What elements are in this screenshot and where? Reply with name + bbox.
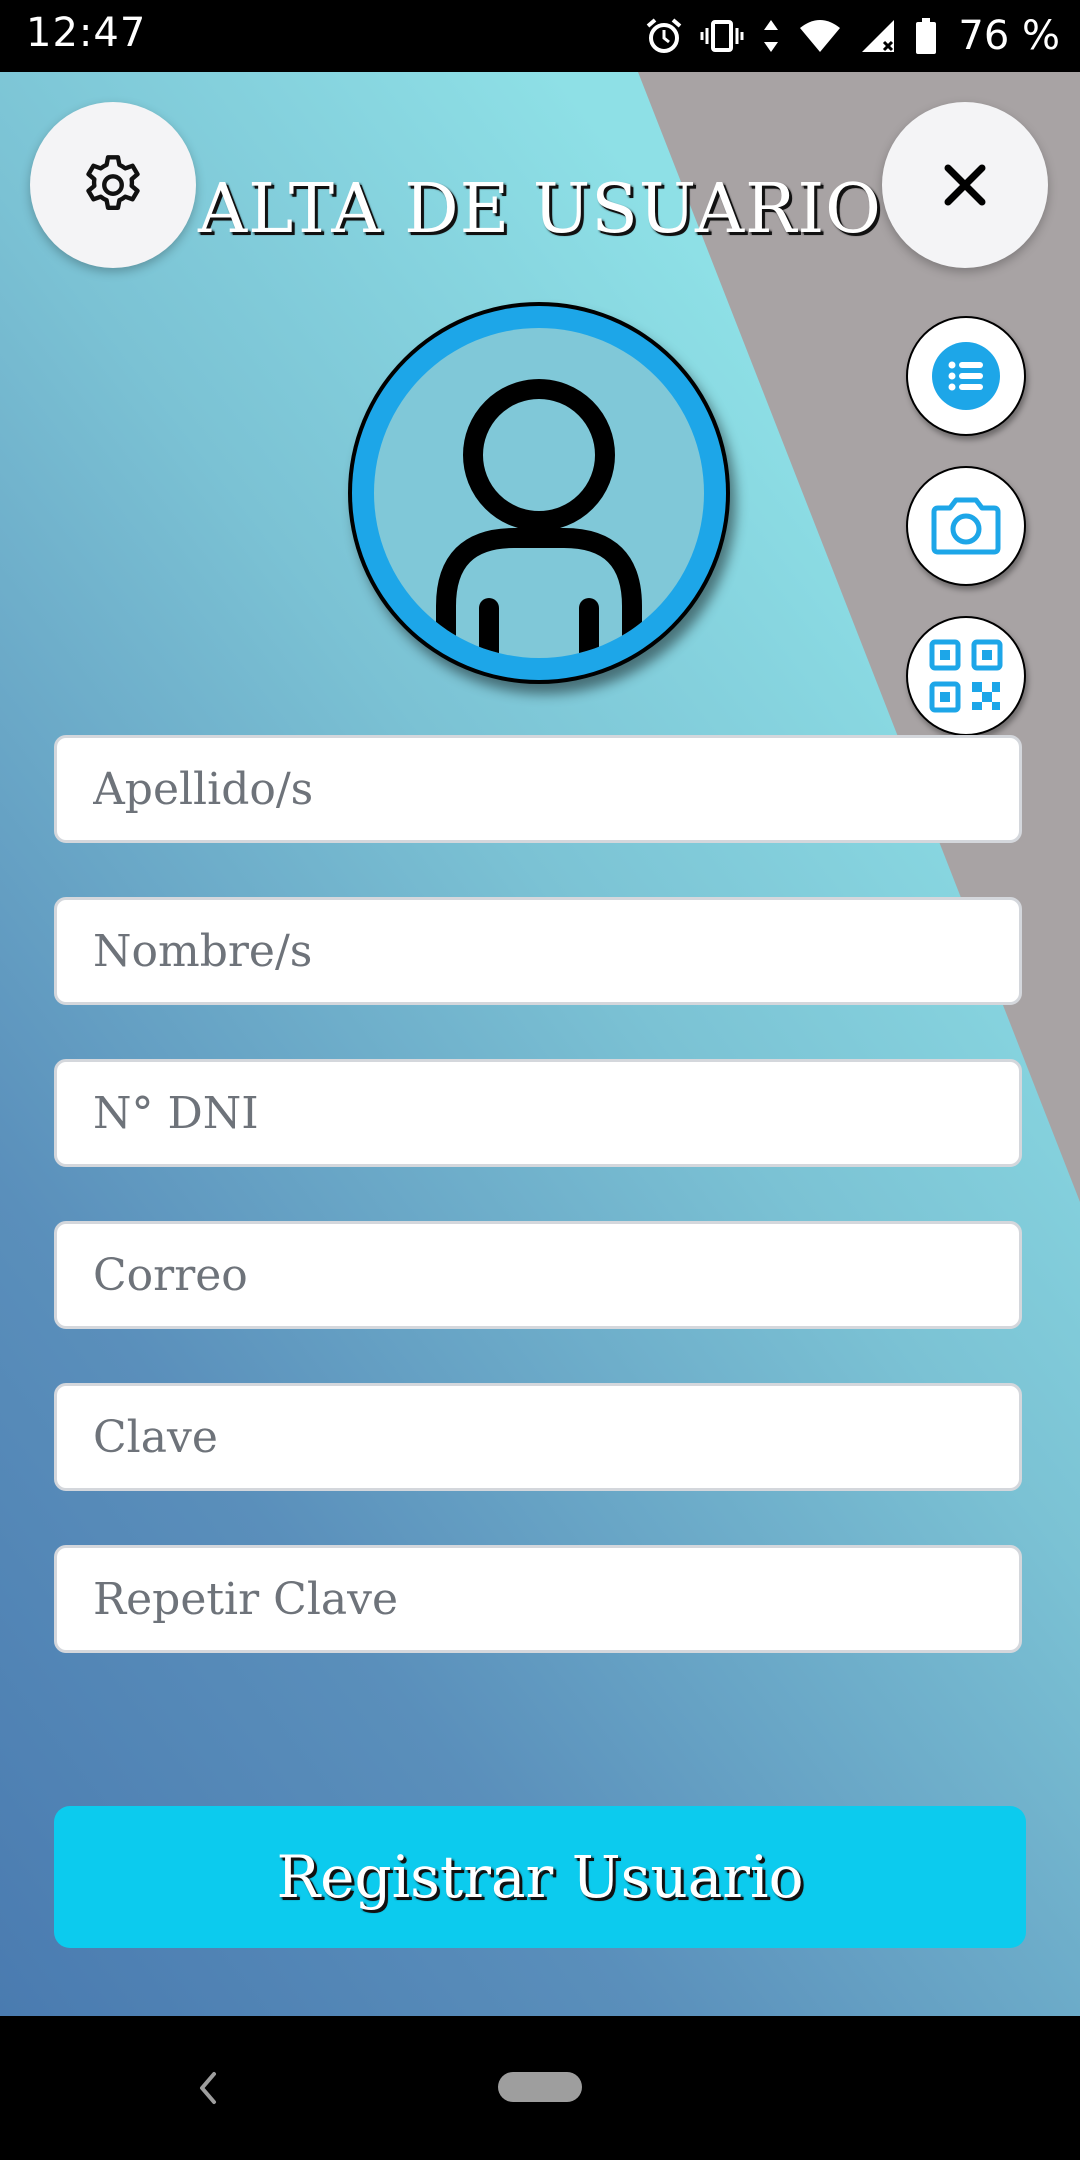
- clave-field[interactable]: [54, 1383, 1022, 1491]
- apellido-field[interactable]: [54, 735, 1022, 843]
- back-icon[interactable]: [196, 2068, 220, 2108]
- navigation-bar: [0, 2016, 1080, 2160]
- cell-signal-icon: [862, 20, 895, 52]
- status-icons: 76 %: [644, 10, 1060, 62]
- dni-input[interactable]: [57, 1062, 1019, 1164]
- dni-field[interactable]: [54, 1059, 1022, 1167]
- register-user-button[interactable]: Registrar Usuario: [54, 1806, 1026, 1948]
- home-pill[interactable]: [498, 2072, 582, 2102]
- close-icon: [944, 164, 986, 206]
- repetir-clave-input[interactable]: [57, 1548, 1019, 1650]
- camera-button[interactable]: [906, 466, 1026, 586]
- vibrate-icon: [700, 20, 744, 52]
- apellido-input[interactable]: [57, 738, 1019, 840]
- app-screen: ALTA DE USUARIO Apellido/s Nombre/s N° D…: [0, 72, 1080, 2016]
- correo-field[interactable]: [54, 1221, 1022, 1329]
- wifi-icon: [800, 20, 841, 52]
- battery-icon: [916, 18, 937, 54]
- list-button[interactable]: [906, 316, 1026, 436]
- close-button[interactable]: [882, 102, 1048, 268]
- battery-percent: 76 %: [958, 13, 1060, 59]
- status-time: 12:47: [26, 10, 147, 56]
- user-icon: [436, 379, 642, 658]
- camera-icon: [931, 497, 1001, 555]
- repetir-clave-field[interactable]: [54, 1545, 1022, 1653]
- avatar[interactable]: [348, 302, 730, 684]
- correo-input[interactable]: [57, 1224, 1019, 1326]
- data-arrows-icon: [764, 20, 779, 52]
- qr-code-button[interactable]: [906, 616, 1026, 736]
- nombre-input[interactable]: [57, 900, 1019, 1002]
- alarm-icon: [647, 18, 682, 53]
- clave-input[interactable]: [57, 1386, 1019, 1488]
- qr-code-icon: [929, 639, 1003, 713]
- status-bar: 12:47 76 %: [0, 0, 1080, 72]
- list-icon: [932, 342, 1000, 410]
- nombre-field[interactable]: [54, 897, 1022, 1005]
